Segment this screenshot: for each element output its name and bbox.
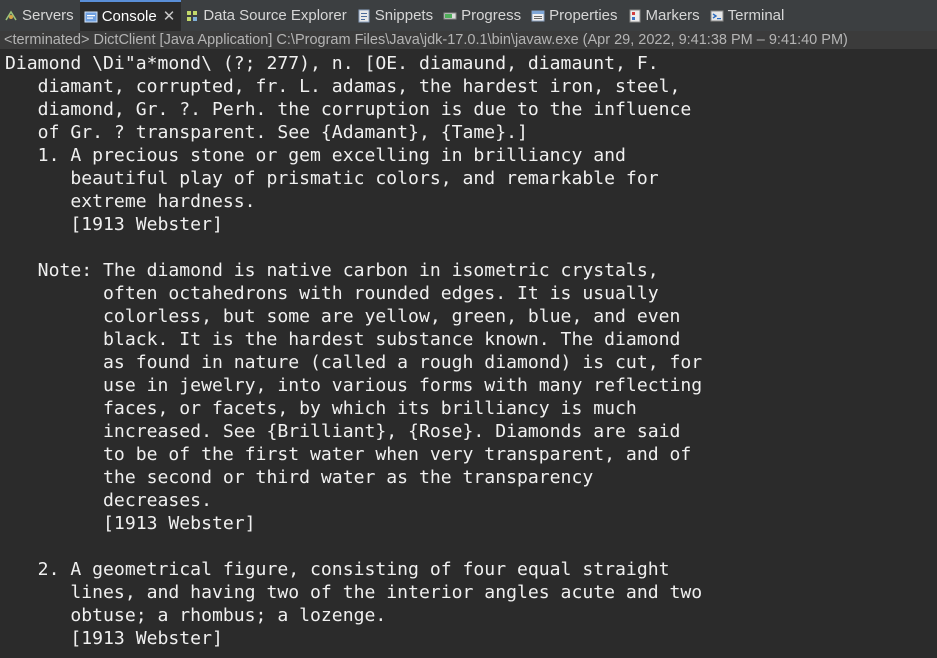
tab-console[interactable]: Console ✕ <box>79 0 182 32</box>
tab-data-source-explorer[interactable]: Data Source Explorer <box>181 0 352 31</box>
markers-icon <box>628 9 642 23</box>
tab-markers[interactable]: Markers <box>624 0 706 31</box>
console-output-text: Diamond \Di"a*mond\ (?; 277), n. [OE. di… <box>5 53 703 649</box>
properties-icon <box>531 9 545 23</box>
data-source-icon <box>185 9 199 23</box>
console-output-area[interactable]: Diamond \Di"a*mond\ (?; 277), n. [OE. di… <box>0 50 937 658</box>
progress-icon <box>443 9 457 23</box>
snippets-icon <box>357 9 371 23</box>
servers-icon <box>4 9 18 23</box>
tab-label: Snippets <box>374 7 434 24</box>
tab-label: Servers <box>22 7 74 24</box>
tab-label: Progress <box>461 7 522 24</box>
tab-properties[interactable]: Properties <box>527 0 623 31</box>
tab-label: Markers <box>645 7 700 24</box>
close-icon[interactable]: ✕ <box>163 1 176 32</box>
view-tab-bar: Servers Console ✕ Data Source Explorer S… <box>0 0 937 31</box>
console-status-line: <terminated> DictClient [Java Applicatio… <box>0 31 937 49</box>
tab-label: Data Source Explorer <box>203 7 347 24</box>
tab-snippets[interactable]: Snippets <box>353 0 439 31</box>
tab-label: Terminal <box>727 7 785 24</box>
tab-label: Console <box>101 8 157 25</box>
tab-terminal[interactable]: Terminal <box>706 0 791 31</box>
eclipse-console-view: Servers Console ✕ Data Source Explorer S… <box>0 0 937 658</box>
terminal-icon <box>710 9 724 23</box>
console-icon <box>84 10 98 24</box>
tab-progress[interactable]: Progress <box>439 0 527 31</box>
tab-label: Properties <box>549 7 618 24</box>
tab-servers[interactable]: Servers <box>0 0 80 31</box>
